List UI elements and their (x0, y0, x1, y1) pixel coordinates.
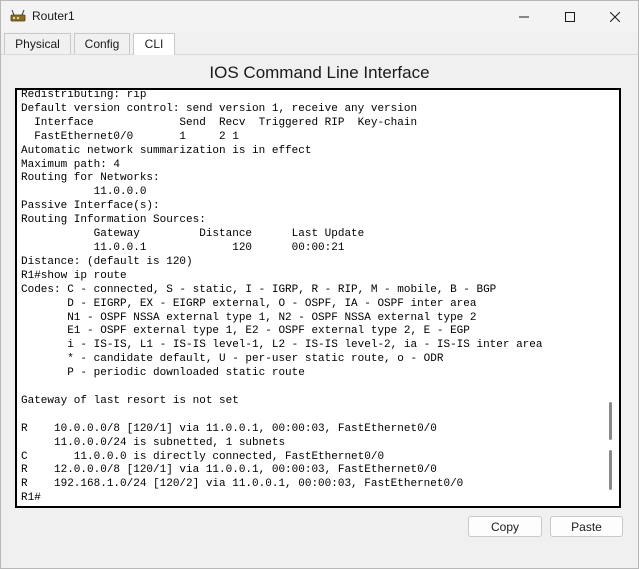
window-title: Router1 (32, 9, 75, 23)
copy-button[interactable]: Copy (468, 516, 542, 537)
maximize-icon (565, 11, 575, 22)
maximize-button[interactable] (547, 1, 593, 32)
terminal-scrollbar[interactable] (609, 92, 615, 504)
terminal-output[interactable]: Redistributing: rip Default version cont… (21, 90, 543, 506)
paste-button[interactable]: Paste (550, 516, 623, 537)
tab-bar: Physical Config CLI (1, 32, 638, 55)
minimize-icon (519, 16, 529, 17)
tab-physical[interactable]: Physical (4, 33, 71, 54)
tab-config[interactable]: Config (74, 33, 130, 54)
close-button[interactable] (592, 1, 638, 32)
scrollbar-thumb-lower[interactable] (609, 450, 612, 490)
router-app-icon (10, 9, 26, 22)
scrollbar-thumb-upper[interactable] (609, 402, 612, 440)
tab-cli[interactable]: CLI (133, 33, 175, 55)
minimize-button[interactable] (501, 1, 547, 32)
title-bar[interactable]: Router1 (1, 1, 638, 32)
cli-heading: IOS Command Line Interface (209, 63, 430, 82)
router-window: Router1 Physical Config CLI IOS Command … (0, 0, 639, 569)
close-icon (610, 11, 620, 22)
cli-terminal[interactable]: Redistributing: rip Default version cont… (15, 88, 621, 508)
